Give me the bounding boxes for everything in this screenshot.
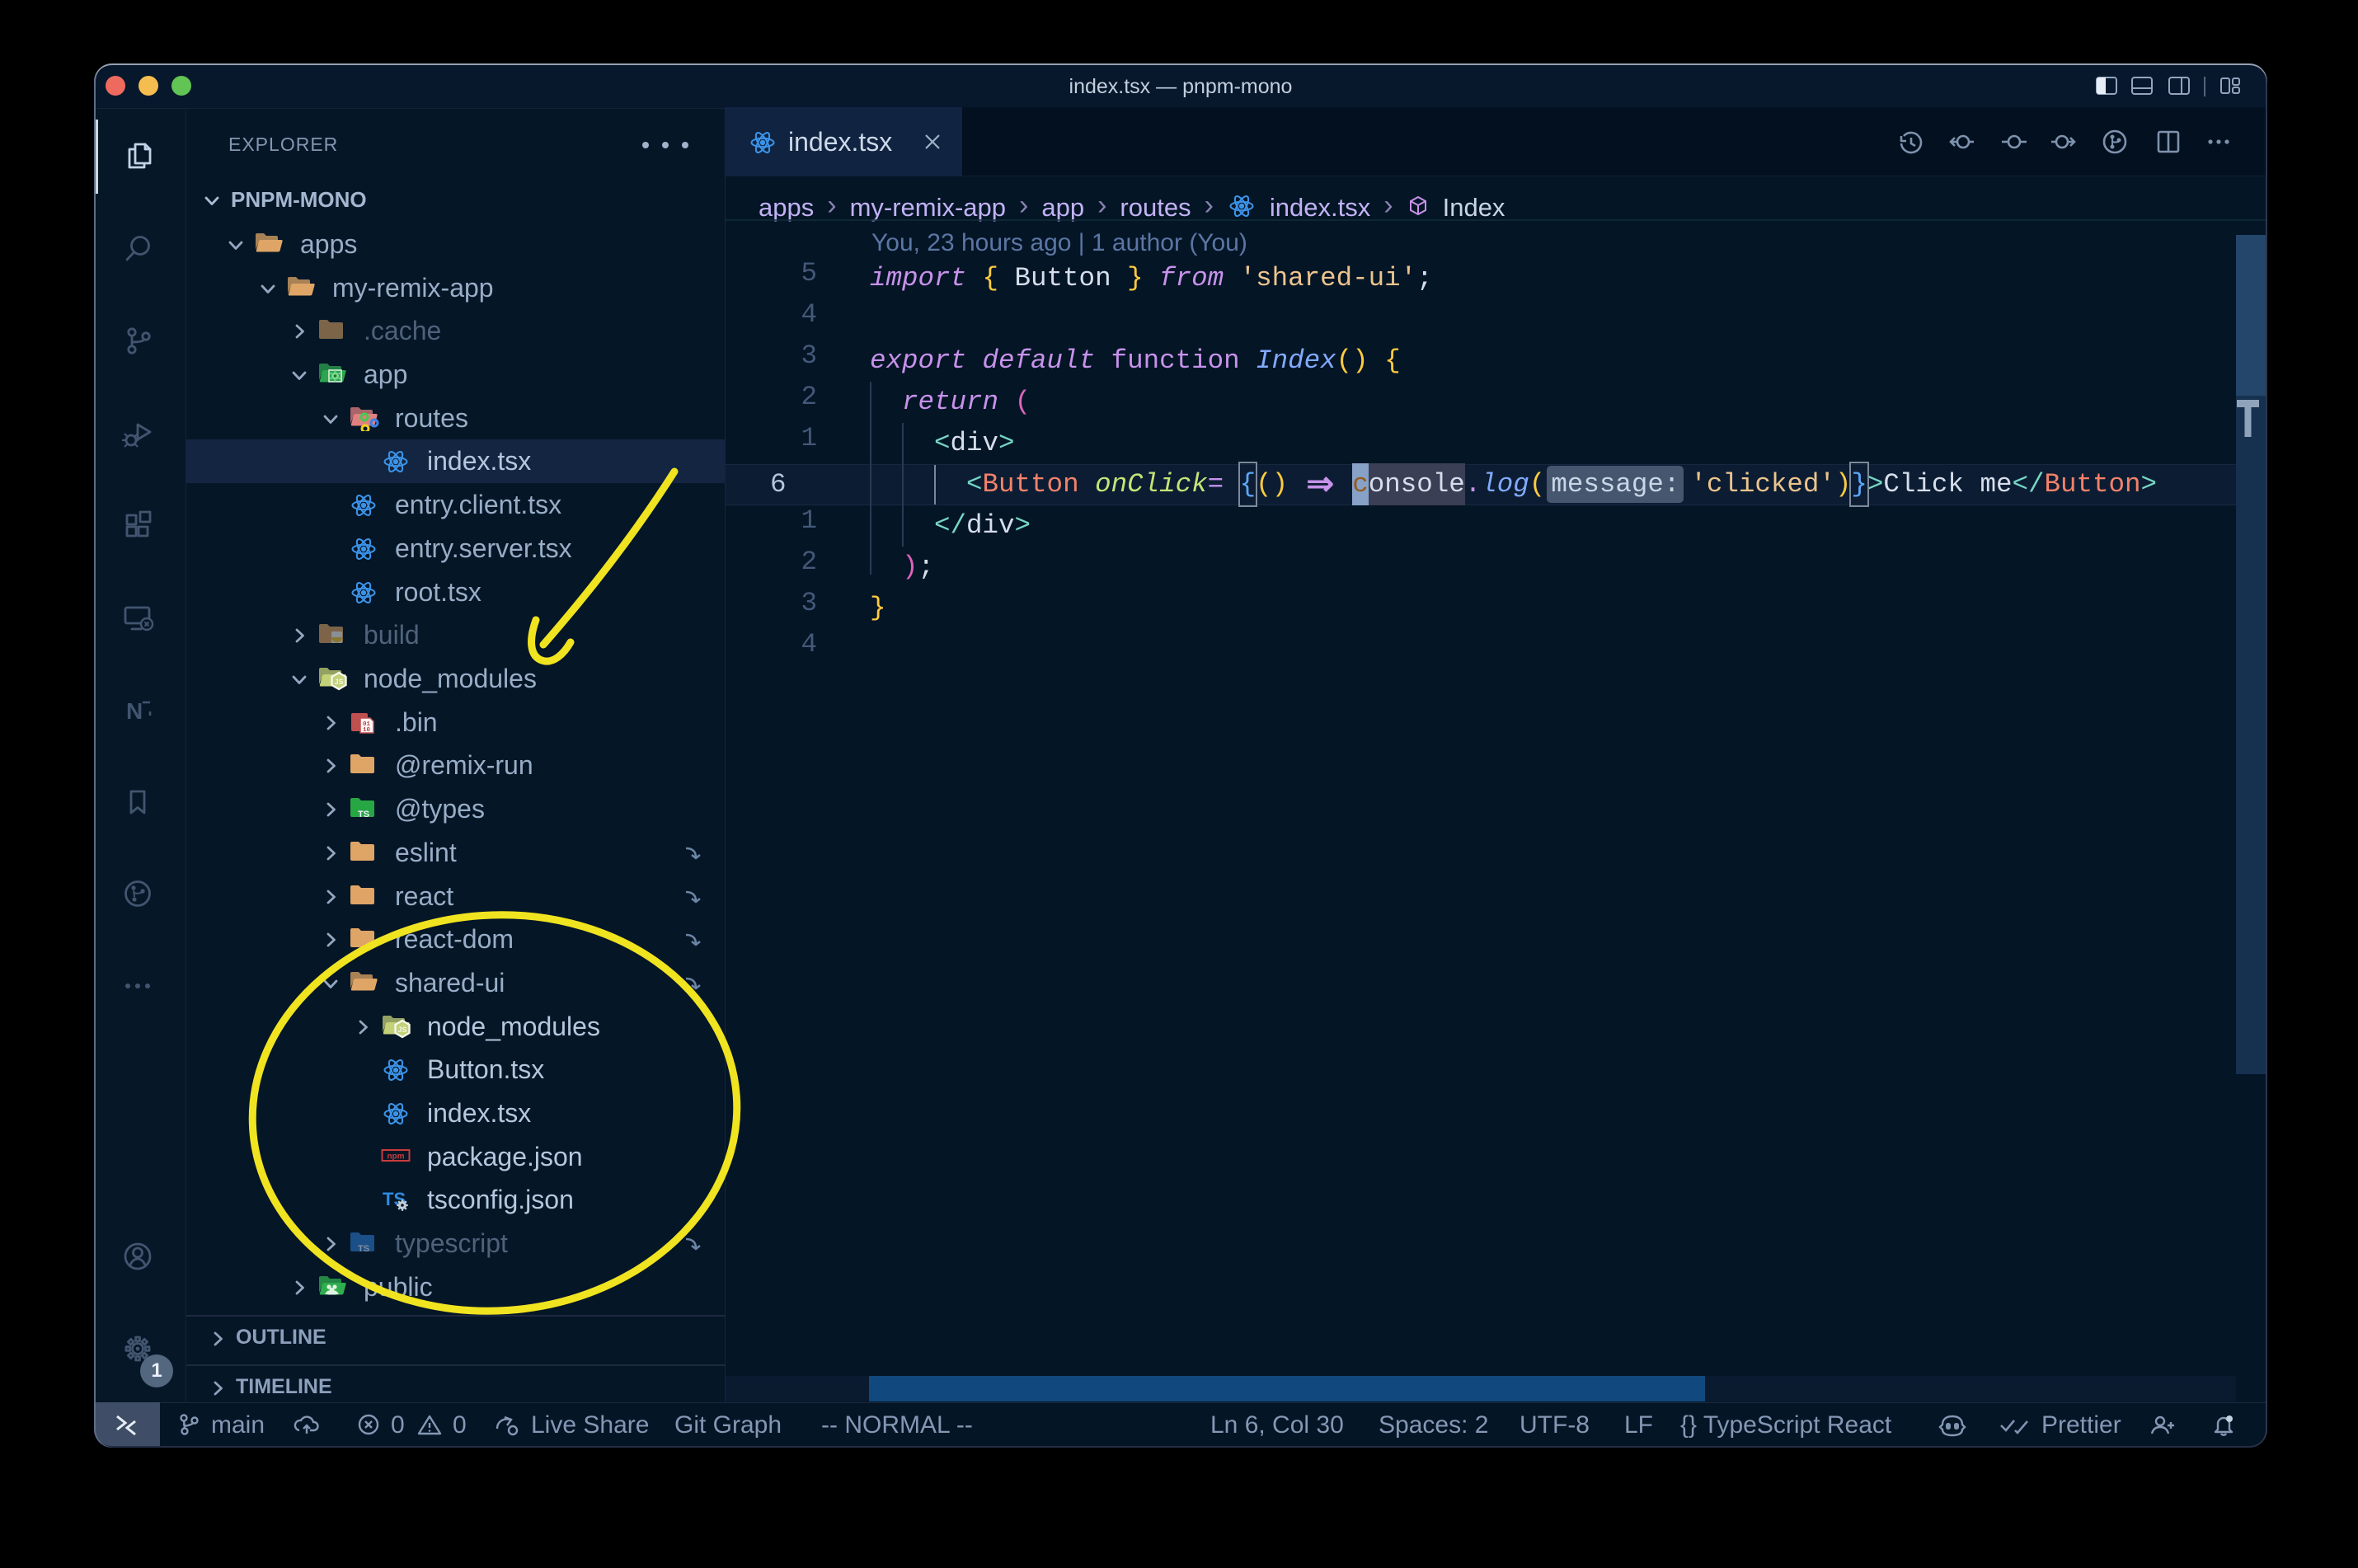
svg-text:TS: TS (358, 1244, 369, 1254)
svg-text:10: 10 (363, 727, 371, 734)
svg-text:npm: npm (387, 1153, 404, 1162)
svg-text:JS: JS (334, 678, 343, 686)
svg-text:TS: TS (358, 810, 369, 819)
svg-text:N: N (126, 698, 143, 724)
svg-text:JS: JS (397, 1026, 406, 1034)
